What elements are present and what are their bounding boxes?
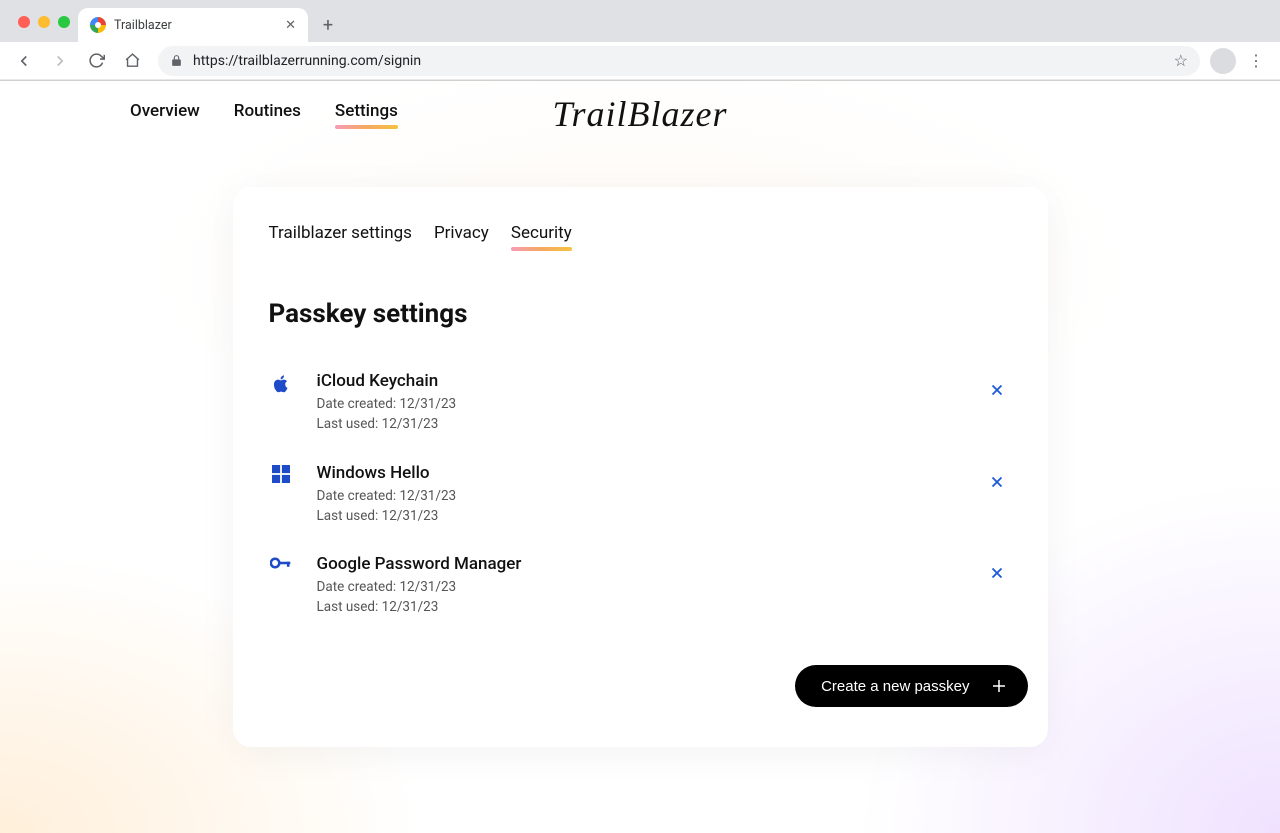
settings-card: Trailblazer settings Privacy Security Pa… (233, 187, 1048, 747)
window-controls (10, 16, 78, 42)
apple-icon (269, 371, 293, 395)
create-passkey-button[interactable]: Create a new passkey (795, 665, 1027, 707)
passkey-created: Date created: 12/31/23 (317, 577, 964, 597)
passkey-row-google: Google Password Manager Date created: 12… (269, 540, 1012, 632)
passkey-row-icloud: iCloud Keychain Date created: 12/31/23 L… (269, 357, 1012, 449)
browser-tab[interactable]: Trailblazer ✕ (78, 8, 308, 42)
subtab-security[interactable]: Security (511, 223, 572, 249)
remove-passkey-button[interactable] (988, 463, 1012, 491)
windows-icon (269, 463, 293, 483)
back-button[interactable] (8, 45, 40, 77)
lock-icon (170, 54, 183, 67)
browser-toolbar: https://trailblazerrunning.com/signin ☆ … (0, 42, 1280, 80)
window-minimize-icon[interactable] (38, 16, 50, 28)
plus-icon (990, 677, 1008, 695)
address-bar[interactable]: https://trailblazerrunning.com/signin ☆ (158, 46, 1200, 76)
subtab-privacy[interactable]: Privacy (434, 223, 489, 249)
reload-button[interactable] (80, 45, 112, 77)
remove-passkey-button[interactable] (988, 371, 1012, 399)
section-title: Passkey settings (269, 299, 1012, 329)
brand-logo[interactable]: TrailBlazer (552, 93, 727, 135)
profile-avatar[interactable] (1210, 48, 1236, 74)
forward-button[interactable] (44, 45, 76, 77)
passkey-used: Last used: 12/31/23 (317, 597, 964, 617)
remove-passkey-button[interactable] (988, 554, 1012, 582)
top-nav: Overview Routines Settings TrailBlazer (0, 81, 1280, 127)
tab-close-icon[interactable]: ✕ (285, 18, 296, 33)
subtab-trailblazer-settings[interactable]: Trailblazer settings (269, 223, 412, 249)
passkey-used: Last used: 12/31/23 (317, 414, 964, 434)
create-passkey-label: Create a new passkey (821, 678, 969, 695)
window-zoom-icon[interactable] (58, 16, 70, 28)
new-tab-button[interactable]: + (314, 11, 342, 39)
key-icon (269, 554, 293, 570)
passkey-name: Windows Hello (317, 463, 964, 483)
nav-settings[interactable]: Settings (335, 101, 398, 127)
passkey-body: iCloud Keychain Date created: 12/31/23 L… (317, 371, 964, 435)
kebab-menu-icon[interactable]: ⋮ (1240, 45, 1272, 77)
passkey-used: Last used: 12/31/23 (317, 506, 964, 526)
url-text: https://trailblazerrunning.com/signin (193, 53, 421, 69)
bookmark-star-icon[interactable]: ☆ (1174, 51, 1188, 70)
favicon-icon (90, 17, 106, 33)
settings-subtabs: Trailblazer settings Privacy Security (269, 223, 1012, 249)
passkey-body: Windows Hello Date created: 12/31/23 Las… (317, 463, 964, 527)
nav-overview[interactable]: Overview (130, 101, 200, 127)
passkey-name: Google Password Manager (317, 554, 964, 574)
nav-routines[interactable]: Routines (234, 101, 301, 127)
passkey-created: Date created: 12/31/23 (317, 486, 964, 506)
passkey-row-windows: Windows Hello Date created: 12/31/23 Las… (269, 449, 1012, 541)
page-content: Overview Routines Settings TrailBlazer T… (0, 81, 1280, 833)
browser-chrome: Trailblazer ✕ + https://trailblazerrunni… (0, 0, 1280, 81)
home-button[interactable] (116, 45, 148, 77)
passkey-created: Date created: 12/31/23 (317, 394, 964, 414)
passkey-body: Google Password Manager Date created: 12… (317, 554, 964, 618)
window-close-icon[interactable] (18, 16, 30, 28)
passkey-name: iCloud Keychain (317, 371, 964, 391)
tab-strip: Trailblazer ✕ + (0, 0, 1280, 42)
tab-title: Trailblazer (114, 18, 172, 33)
